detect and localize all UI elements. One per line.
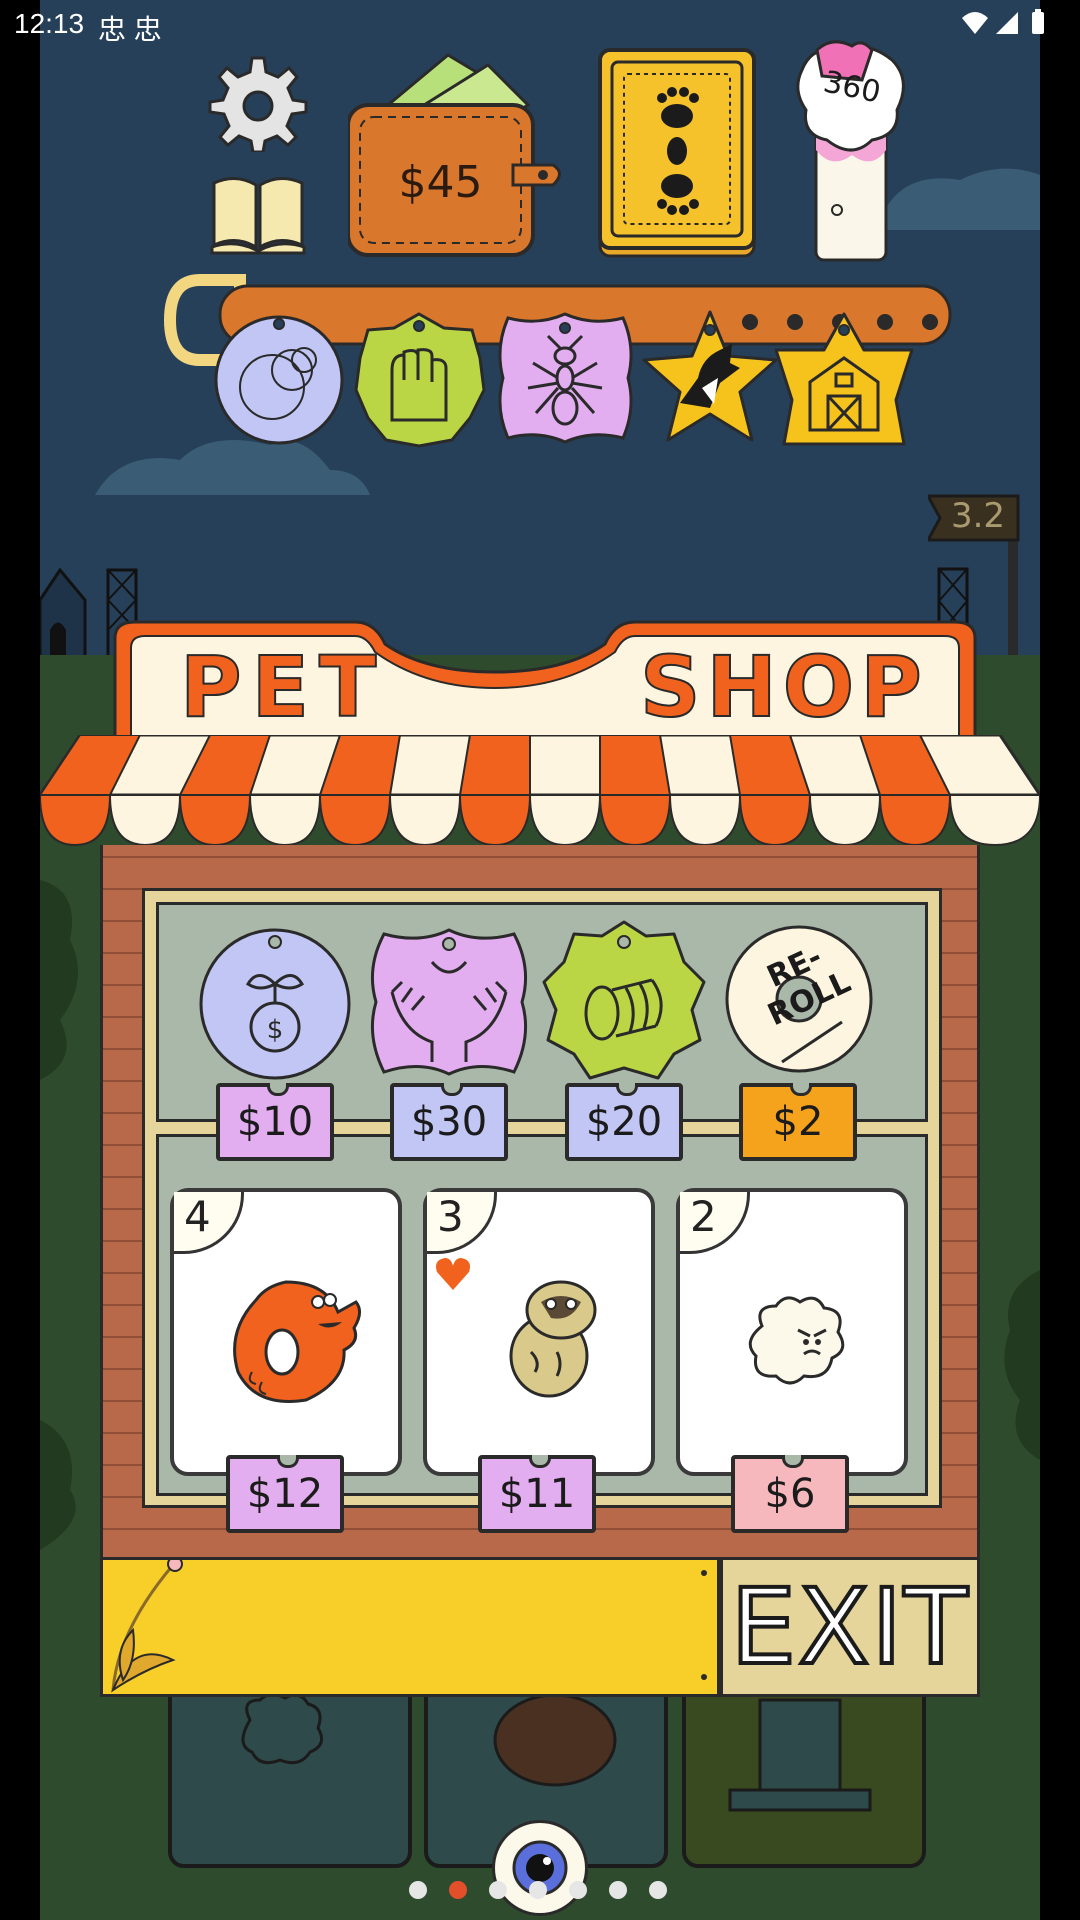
level-value: 3.2: [950, 496, 1006, 536]
plant-sprout-icon: [110, 1560, 183, 1693]
pet-price-tag: $11: [478, 1455, 596, 1533]
pet-level: 3: [427, 1192, 497, 1254]
ant-tag-icon[interactable]: [488, 308, 643, 448]
gear-icon: [208, 56, 308, 154]
shop-sign-pet: PET: [179, 637, 387, 737]
eye-icon: [512, 1840, 568, 1896]
wallet-money-display: $45: [346, 45, 568, 260]
page-indicator-dot[interactable]: [569, 1881, 587, 1899]
status-bar: 12:13 忠 忠: [0, 0, 1080, 48]
item-price-tag: $20: [565, 1083, 683, 1161]
money-amount: $45: [398, 157, 483, 208]
exit-label: EXIT: [728, 1564, 970, 1690]
coin-stack-icon[interactable]: [542, 918, 707, 1083]
exit-button[interactable]: EXIT: [720, 1557, 980, 1697]
pet-level: 4: [174, 1192, 244, 1254]
white-fluff-pet-icon: [748, 1296, 845, 1385]
pet-price: $11: [498, 1471, 576, 1517]
drop-zone-counter: [100, 1557, 720, 1697]
wallet-icon: [346, 53, 561, 257]
caring-hands-icon[interactable]: [362, 922, 537, 1082]
item-price: $30: [410, 1099, 488, 1145]
page-indicator-dot-active[interactable]: [449, 1881, 467, 1899]
barn-tag-icon[interactable]: [772, 310, 917, 450]
page-indicator-dot[interactable]: [489, 1881, 507, 1899]
item-price: $10: [236, 1099, 314, 1145]
screw-dot: [701, 1570, 707, 1576]
shop-awning: [40, 735, 1040, 847]
reroll-price: $2: [772, 1099, 824, 1145]
score-glass: 360: [792, 40, 912, 265]
view-toggle-button[interactable]: [492, 1820, 588, 1916]
pet-collar: [160, 270, 960, 448]
system-icons: [960, 8, 1050, 45]
shop-sign-shop: SHOP: [639, 637, 928, 737]
money-plant-icon[interactable]: $: [198, 922, 353, 1082]
guide-book-button[interactable]: [208, 165, 308, 255]
bush-scenery-left: [40, 880, 78, 1550]
pet-card[interactable]: 4: [170, 1188, 402, 1476]
svg-text:$: $: [267, 1015, 284, 1045]
notification-icons: 忠 忠: [98, 14, 162, 45]
pet-level: 2: [680, 1192, 750, 1254]
bush-scenery-right: [1004, 1270, 1040, 1460]
screw-dot: [701, 1674, 707, 1680]
pet-price: $6: [764, 1471, 816, 1517]
item-price: $20: [585, 1099, 663, 1145]
page-indicator-dot[interactable]: [409, 1881, 427, 1899]
reroll-button[interactable]: RE-ROLL: [722, 922, 877, 1077]
page-indicator-dot[interactable]: [529, 1881, 547, 1899]
pet-card[interactable]: 3: [423, 1188, 655, 1476]
pug-pet-icon: [509, 1280, 597, 1398]
book-icon: [210, 177, 306, 255]
heart-icon: [436, 1258, 470, 1290]
item-price-tag: $10: [216, 1083, 334, 1161]
page-indicator-dot[interactable]: [609, 1881, 627, 1899]
pet-price: $12: [246, 1471, 324, 1517]
status-time: 12:13: [14, 8, 85, 39]
pet-card[interactable]: 2: [676, 1188, 908, 1476]
page-indicator-dot[interactable]: [649, 1881, 667, 1899]
doghouse-shadow-icon: [728, 1698, 872, 1812]
reroll-price-tag: $2: [739, 1083, 857, 1161]
signal-battery-icon: [962, 9, 1044, 34]
dog-pet-shadow-icon: [493, 1693, 617, 1787]
card-deck[interactable]: [596, 46, 758, 260]
bubbles-tag-icon[interactable]: [212, 312, 347, 447]
paw-card-back-icon: [598, 48, 756, 258]
game-screen: $45 360 3.2 PET SHOP $ RE-ROLL $10 $30 $…: [40, 0, 1040, 1920]
glove-tag-icon[interactable]: [352, 310, 487, 450]
pet-price-tag: $6: [731, 1455, 849, 1533]
settings-button[interactable]: [208, 52, 308, 154]
pet-price-tag: $12: [226, 1455, 344, 1533]
fluff-pet-shadow-icon: [241, 1693, 324, 1765]
dog-tag-icon[interactable]: [640, 308, 780, 448]
item-price-tag: $30: [390, 1083, 508, 1161]
orange-dog-pet-icon: [233, 1280, 361, 1403]
